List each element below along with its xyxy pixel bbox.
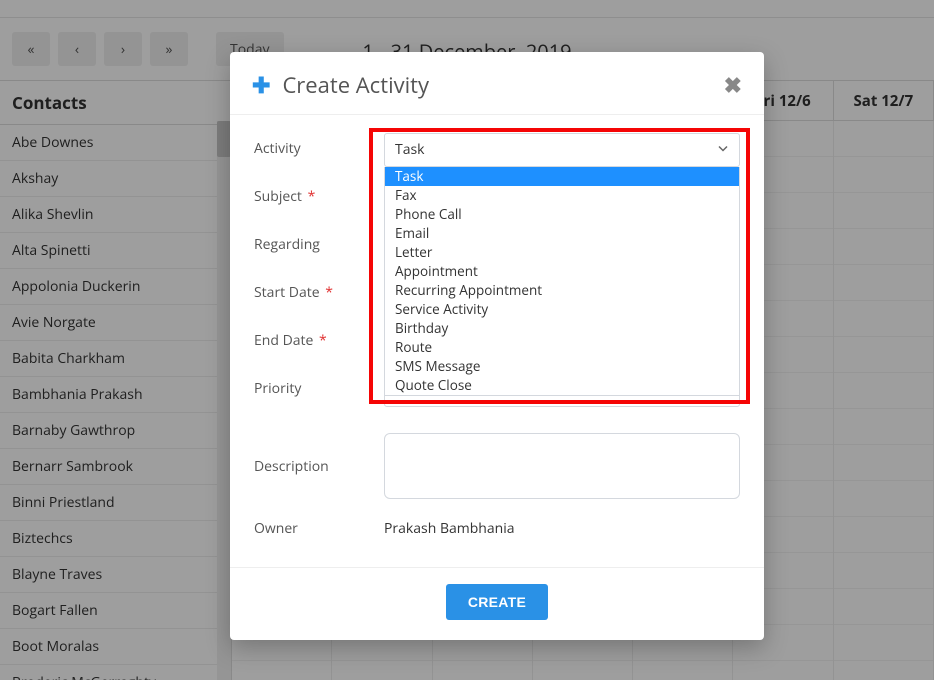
- row-owner: Owner Prakash Bambhania: [254, 513, 740, 561]
- activity-option[interactable]: Route: [385, 338, 739, 357]
- plus-icon: ✚: [252, 74, 270, 96]
- description-textarea[interactable]: [384, 433, 740, 499]
- label-description: Description: [254, 433, 384, 476]
- activity-option[interactable]: Quote Close: [385, 376, 739, 395]
- label-end-date-text: End Date: [254, 331, 313, 350]
- modal-footer: CREATE: [230, 567, 764, 630]
- activity-option[interactable]: SMS Message: [385, 357, 739, 376]
- field-activity: Task Task Fax Phone Call Email Letter Ap…: [384, 133, 740, 167]
- chevron-down-icon: [717, 141, 729, 160]
- activity-option[interactable]: Appointment: [385, 262, 739, 281]
- modal-title: Create Activity: [282, 70, 723, 100]
- label-subject-text: Subject: [254, 187, 302, 206]
- activity-option[interactable]: Phone Call: [385, 205, 739, 224]
- activity-option[interactable]: Email: [385, 224, 739, 243]
- activity-option[interactable]: Fax: [385, 186, 739, 205]
- label-owner: Owner: [254, 513, 384, 538]
- modal-header: ✚ Create Activity ✖: [230, 52, 764, 115]
- activity-option[interactable]: Letter: [385, 243, 739, 262]
- owner-value: Prakash Bambhania: [384, 513, 740, 544]
- activity-dropdown: Task Fax Phone Call Email Letter Appoint…: [384, 167, 740, 396]
- label-priority: Priority: [254, 373, 384, 398]
- label-start-date-text: Start Date: [254, 283, 320, 302]
- field-owner: Prakash Bambhania: [384, 513, 740, 544]
- activity-select[interactable]: Task: [384, 133, 740, 167]
- field-description: [384, 433, 740, 499]
- activity-option[interactable]: Task: [385, 167, 739, 186]
- row-activity: Activity Task Task Fax Phone Call Email …: [254, 133, 740, 181]
- page-root: « ‹ › » Today 1 - 31 December, 2019 Cont…: [0, 0, 934, 680]
- row-description: Description: [254, 433, 740, 505]
- required-marker: *: [319, 331, 327, 350]
- label-start-date: Start Date *: [254, 277, 384, 302]
- activity-option[interactable]: Service Activity: [385, 300, 739, 319]
- required-marker: *: [325, 283, 333, 302]
- label-subject: Subject *: [254, 181, 384, 206]
- activity-select-value: Task: [395, 140, 425, 159]
- create-button[interactable]: CREATE: [446, 584, 548, 620]
- close-icon[interactable]: ✖: [724, 74, 742, 96]
- create-activity-modal: ✚ Create Activity ✖ Activity Task Task: [230, 52, 764, 640]
- required-marker: *: [308, 187, 316, 206]
- activity-option[interactable]: Recurring Appointment: [385, 281, 739, 300]
- label-end-date: End Date *: [254, 325, 384, 350]
- label-activity: Activity: [254, 133, 384, 158]
- label-regarding: Regarding: [254, 229, 384, 254]
- activity-form: Activity Task Task Fax Phone Call Email …: [230, 115, 764, 567]
- activity-option[interactable]: Birthday: [385, 319, 739, 338]
